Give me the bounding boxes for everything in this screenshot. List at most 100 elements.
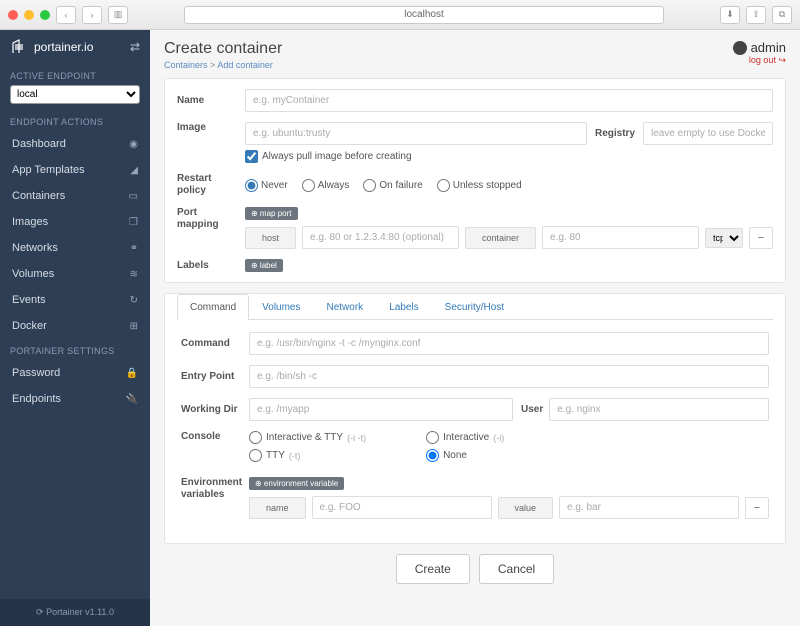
docker-icon: ⊞ bbox=[124, 321, 138, 332]
labels-label: Labels bbox=[177, 260, 237, 272]
name-label: Name bbox=[177, 95, 237, 107]
cancel-button[interactable]: Cancel bbox=[479, 554, 554, 584]
brand-text: portainer.io bbox=[34, 40, 124, 54]
sidebar-item-images[interactable]: Images❐ bbox=[0, 209, 150, 235]
restart-never[interactable]: Never bbox=[245, 179, 288, 192]
always-pull-label: Always pull image before creating bbox=[262, 151, 412, 162]
image-input[interactable] bbox=[245, 122, 587, 145]
add-env-button[interactable]: ⊕ environment variable bbox=[249, 477, 344, 490]
remove-port-button[interactable]: − bbox=[749, 227, 773, 249]
sidebar-item-app-templates[interactable]: App Templates◢ bbox=[0, 157, 150, 183]
map-port-button[interactable]: ⊕ map port bbox=[245, 207, 298, 220]
advanced-panel: Command Volumes Network Labels Security/… bbox=[164, 293, 786, 544]
wd-input[interactable] bbox=[249, 398, 513, 421]
crumb-add: Add container bbox=[217, 60, 273, 70]
registry-input[interactable] bbox=[643, 122, 773, 145]
console-it[interactable]: Interactive & TTY (-i -t) bbox=[249, 431, 366, 444]
env-name-addon: name bbox=[249, 497, 306, 519]
endpoint-select[interactable]: local bbox=[10, 85, 140, 104]
tab-command[interactable]: Command bbox=[177, 294, 249, 320]
tab-security[interactable]: Security/Host bbox=[432, 294, 517, 320]
basic-panel: Name Image Registry Always pull image be… bbox=[164, 78, 786, 283]
crumb-containers[interactable]: Containers bbox=[164, 60, 208, 70]
sidebar-item-containers[interactable]: Containers▭ bbox=[0, 183, 150, 209]
console-none[interactable]: None bbox=[426, 449, 504, 462]
events-icon: ↻ bbox=[124, 295, 138, 306]
traffic-lights bbox=[8, 10, 50, 20]
command-input[interactable] bbox=[249, 332, 769, 355]
user-icon bbox=[733, 41, 747, 55]
user-block: admin log out ↪ bbox=[733, 40, 786, 66]
restart-always[interactable]: Always bbox=[302, 179, 350, 192]
entry-label: Entry Point bbox=[181, 371, 241, 383]
console-i[interactable]: Interactive (-i) bbox=[426, 431, 504, 444]
sidebar-collapse-icon[interactable]: ⇄ bbox=[130, 40, 140, 54]
create-button[interactable]: Create bbox=[396, 554, 470, 584]
sidebar-item-docker[interactable]: Docker⊞ bbox=[0, 313, 150, 339]
add-label-button[interactable]: ⊕ label bbox=[245, 259, 283, 272]
actions-header: ENDPOINT ACTIONS bbox=[0, 110, 150, 131]
browser-chrome: ‹ › ▥ localhost ⬇ ⇪ ⧉ bbox=[0, 0, 800, 30]
sidebar-item-events[interactable]: Events↻ bbox=[0, 287, 150, 313]
env-value-input[interactable] bbox=[559, 496, 739, 519]
protocol-select[interactable]: tcp bbox=[705, 228, 743, 248]
container-port-input[interactable] bbox=[542, 226, 699, 249]
close-window-icon[interactable] bbox=[8, 10, 18, 20]
brand[interactable]: portainer.io ⇄ bbox=[0, 30, 150, 64]
tabs-icon[interactable]: ⧉ bbox=[772, 6, 792, 24]
minimize-window-icon[interactable] bbox=[24, 10, 34, 20]
dashboard-icon: ◉ bbox=[124, 139, 138, 150]
containers-icon: ▭ bbox=[124, 191, 138, 202]
share-icon[interactable]: ⇪ bbox=[746, 6, 766, 24]
page-header: Create container Containers > Add contai… bbox=[164, 40, 786, 70]
tab-volumes[interactable]: Volumes bbox=[249, 294, 313, 320]
endpoint-header: ACTIVE ENDPOINT bbox=[0, 64, 150, 85]
sidebar-item-endpoints[interactable]: Endpoints🔌 bbox=[0, 386, 150, 412]
console-tty[interactable]: TTY (-t) bbox=[249, 449, 366, 462]
endpoint-select-wrap: local bbox=[10, 85, 140, 104]
user-input[interactable] bbox=[549, 398, 769, 421]
host-port-input[interactable] bbox=[302, 226, 459, 249]
wd-label: Working Dir bbox=[181, 404, 241, 416]
templates-icon: ◢ bbox=[124, 165, 138, 176]
restart-radio-group: Never Always On failure Unless stopped bbox=[245, 179, 522, 192]
breadcrumb: Containers > Add container bbox=[164, 60, 282, 70]
networks-icon: ⚭ bbox=[124, 243, 138, 254]
sidebar-item-dashboard[interactable]: Dashboard◉ bbox=[0, 131, 150, 157]
always-pull-checkbox[interactable] bbox=[245, 150, 258, 163]
username: admin bbox=[751, 40, 786, 55]
port-label: Port mapping bbox=[177, 207, 237, 231]
sidebar-toggle-icon[interactable]: ▥ bbox=[108, 6, 128, 24]
restart-onfailure[interactable]: On failure bbox=[363, 179, 422, 192]
sidebar-item-networks[interactable]: Networks⚭ bbox=[0, 235, 150, 261]
tab-network[interactable]: Network bbox=[314, 294, 377, 320]
user-label: User bbox=[521, 404, 543, 415]
maximize-window-icon[interactable] bbox=[40, 10, 50, 20]
form-actions: Create Cancel bbox=[164, 554, 786, 584]
logout-link[interactable]: log out ↪ bbox=[733, 55, 786, 66]
entry-input[interactable] bbox=[249, 365, 769, 388]
sidebar-footer: ⟳ Portainer v1.11.0 bbox=[0, 599, 150, 626]
page-title: Create container bbox=[164, 40, 282, 58]
image-label: Image bbox=[177, 122, 237, 134]
remove-env-button[interactable]: − bbox=[745, 497, 769, 519]
tab-labels[interactable]: Labels bbox=[376, 294, 431, 320]
download-icon[interactable]: ⬇ bbox=[720, 6, 740, 24]
nav-forward-button[interactable]: › bbox=[82, 6, 102, 24]
container-addon: container bbox=[465, 227, 536, 249]
env-name-input[interactable] bbox=[312, 496, 492, 519]
settings-header: PORTAINER SETTINGS bbox=[0, 339, 150, 360]
name-input[interactable] bbox=[245, 89, 773, 112]
lock-icon: 🔒 bbox=[124, 368, 138, 379]
plug-icon: 🔌 bbox=[124, 394, 138, 405]
sidebar-item-password[interactable]: Password🔒 bbox=[0, 360, 150, 386]
restart-unless[interactable]: Unless stopped bbox=[437, 179, 522, 192]
volumes-icon: ≋ bbox=[124, 269, 138, 280]
url-bar[interactable]: localhost bbox=[184, 6, 664, 24]
tabs: Command Volumes Network Labels Security/… bbox=[177, 294, 773, 320]
host-addon: host bbox=[245, 227, 296, 249]
env-label: Environment variables bbox=[181, 477, 241, 501]
sidebar-item-volumes[interactable]: Volumes≋ bbox=[0, 261, 150, 287]
nav-back-button[interactable]: ‹ bbox=[56, 6, 76, 24]
portainer-logo-icon bbox=[10, 38, 28, 56]
